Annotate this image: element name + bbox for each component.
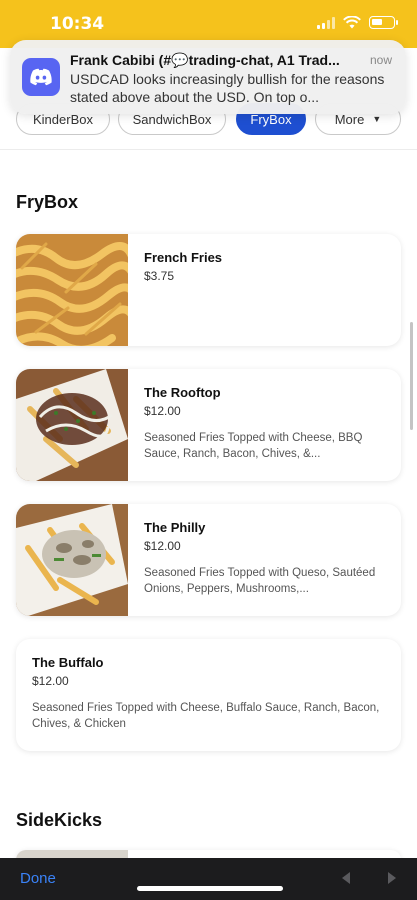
item-name: The Rooftop: [144, 385, 221, 400]
scrollbar[interactable]: [410, 322, 413, 430]
notification-body: USDCAD looks increasingly bullish for th…: [70, 71, 385, 105]
item-info: French Fries $3.75: [144, 250, 387, 295]
item-description: Seasoned Fries Topped with Queso, Sautée…: [144, 567, 376, 595]
section-title-sidekicks: SideKicks: [16, 810, 103, 830]
status-time: 10:34: [50, 14, 105, 34]
philly-fries-image: [16, 504, 128, 616]
section-title-frybox: FryBox: [16, 192, 79, 212]
battery-icon: [369, 16, 398, 29]
item-price: $12.00: [32, 674, 69, 688]
item-info: The Buffalo $12.00 Seasoned Fries Topped…: [32, 655, 387, 732]
item-info: The Philly $12.00 Seasoned Fries Topped …: [144, 520, 387, 597]
notification-title: Frank Cabibi (#💬trading-chat, A1 Trad...: [70, 52, 340, 68]
french-fries-image: [16, 234, 128, 346]
next-arrow-icon[interactable]: [388, 872, 396, 884]
previous-arrow-icon[interactable]: [342, 872, 350, 884]
menu-item-the-rooftop[interactable]: The Rooftop $12.00 Seasoned Fries Topped…: [16, 369, 401, 481]
cellular-signal-icon: [317, 16, 335, 29]
chevron-down-icon: ▼: [372, 114, 382, 124]
item-name: French Fries: [144, 250, 223, 265]
home-indicator: [137, 886, 283, 891]
bottom-toolbar: Done: [0, 858, 417, 900]
rooftop-fries-image: [16, 369, 128, 481]
notification-time: now: [369, 53, 392, 67]
wifi-icon: [343, 16, 361, 29]
item-price: $12.00: [144, 404, 181, 418]
status-icons: [317, 16, 398, 29]
done-button[interactable]: Done: [20, 870, 56, 887]
item-name: The Philly: [144, 520, 206, 535]
discord-notification[interactable]: Frank Cabibi (#💬trading-chat, A1 Trad...…: [10, 40, 406, 114]
menu-item-the-buffalo[interactable]: The Buffalo $12.00 Seasoned Fries Topped…: [16, 639, 401, 751]
item-info: The Rooftop $12.00 Seasoned Fries Topped…: [144, 385, 387, 462]
menu-item-french-fries[interactable]: French Fries $3.75: [16, 234, 401, 346]
item-price: $3.75: [144, 269, 175, 283]
item-price: $12.00: [144, 539, 181, 553]
discord-icon: [22, 58, 60, 96]
item-description: Seasoned Fries Topped with Cheese, Buffa…: [32, 702, 380, 730]
menu-item-the-philly[interactable]: The Philly $12.00 Seasoned Fries Topped …: [16, 504, 401, 616]
item-description: Seasoned Fries Topped with Cheese, BBQ S…: [144, 432, 363, 460]
item-name: The Buffalo: [32, 655, 104, 670]
app-screen: KinderBox SandwichBox FryBox More ▼ 10:3…: [0, 0, 417, 900]
